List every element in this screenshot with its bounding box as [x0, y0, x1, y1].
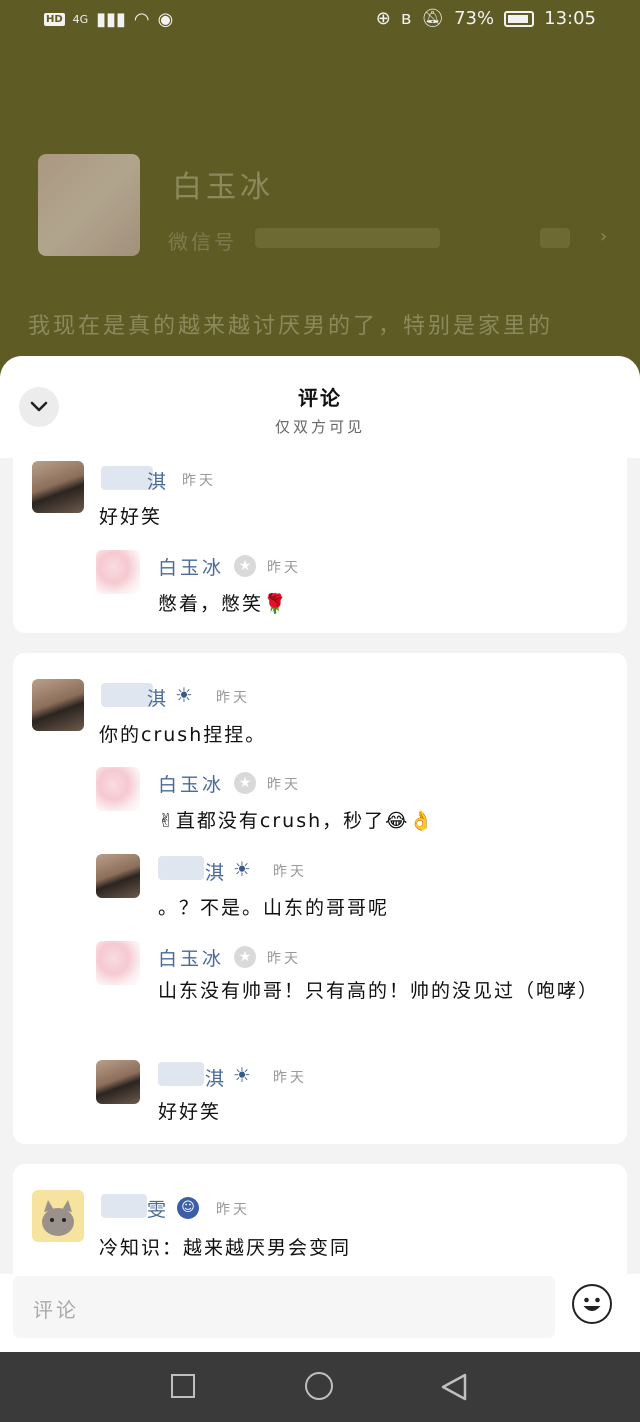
reply-time: 昨天 [267, 560, 301, 576]
avatar[interactable] [96, 941, 140, 985]
comment-card: 雯 ☺ 昨天 冷知识：越来越厌男会变同 [13, 1164, 627, 1274]
reply-username[interactable]: 白玉冰 [158, 770, 224, 797]
recents-button[interactable] [171, 1374, 195, 1398]
comment-input-bar: 评论 [0, 1274, 640, 1352]
reply-username[interactable]: 白玉冰 [158, 944, 224, 971]
sun-status-icon: ☀ [233, 1063, 251, 1087]
wechat-id-blurred [255, 228, 440, 248]
reply-username[interactable]: 淇 [205, 1064, 227, 1091]
avatar[interactable] [32, 679, 84, 731]
cat-avatar-icon [42, 1200, 74, 1236]
reply-time: 昨天 [267, 777, 301, 793]
avatar[interactable] [96, 550, 140, 594]
comment-username[interactable]: 雯 [147, 1195, 169, 1222]
comment-time: 昨天 [216, 1202, 250, 1218]
reply-text[interactable]: 好好笑 [158, 1097, 221, 1124]
badge-icon: ★ [234, 946, 256, 968]
reply-text[interactable]: 山东没有帅哥！只有高的！帅的没见过（咆哮） [158, 976, 608, 1006]
system-nav-bar [0, 1352, 640, 1422]
reply-time: 昨天 [267, 951, 301, 967]
wechat-id-label: 微信号 [168, 230, 237, 254]
reply-time: 昨天 [273, 864, 307, 880]
comment-text[interactable]: 你的crush捏捏。 [99, 720, 266, 747]
sun-status-icon: ☀ [233, 857, 251, 881]
avatar[interactable] [32, 1190, 84, 1242]
smiley-icon [583, 1297, 600, 1311]
comment-username[interactable]: 淇 [147, 684, 169, 711]
comment-username[interactable]: 淇 [147, 467, 169, 494]
smile-status-icon: ☺ [177, 1197, 199, 1219]
comments-sheet: 评论 仅双方可见 淇 昨天 好好笑 白玉冰 ★ 昨天 憋着，憋笑🌹 淇 ☀ 昨天… [0, 356, 640, 1352]
comment-text[interactable]: 冷知识：越来越厌男会变同 [99, 1233, 351, 1260]
avatar[interactable] [96, 767, 140, 811]
reply-username[interactable]: 白玉冰 [158, 553, 224, 580]
comment-card: 淇 ☀ 昨天 你的crush捏捏。 白玉冰 ★ 昨天 ✌直都没有crush，秒了… [13, 653, 627, 1144]
home-button[interactable] [305, 1372, 333, 1400]
avatar[interactable] [96, 854, 140, 898]
sun-status-icon: ☀ [175, 683, 193, 707]
contact-name: 白玉冰 [172, 170, 274, 205]
comment-time: 昨天 [216, 690, 250, 706]
blurred-badge [540, 228, 570, 248]
back-button[interactable] [440, 1372, 468, 1402]
comment-card: 淇 昨天 好好笑 白玉冰 ★ 昨天 憋着，憋笑🌹 [13, 458, 627, 633]
comment-input[interactable]: 评论 [13, 1276, 555, 1338]
comment-placeholder: 评论 [33, 1298, 79, 1322]
avatar[interactable] [32, 461, 84, 513]
sheet-header: 评论 仅双方可见 [0, 356, 640, 458]
name-blurred [101, 1194, 147, 1218]
background-chat: 白玉冰 微信号 › 我现在是真的越来越讨厌男的了，特别是家里的 [0, 0, 640, 339]
chevron-right-icon: › [600, 226, 608, 247]
reply-text[interactable]: ✌直都没有crush，秒了😂👌 [158, 806, 435, 833]
name-blurred [101, 466, 153, 490]
badge-icon: ★ [234, 555, 256, 577]
sheet-title: 评论 [298, 386, 342, 410]
emoji-button[interactable] [572, 1284, 612, 1324]
name-blurred [101, 683, 153, 707]
contact-avatar [38, 154, 140, 256]
reply-time: 昨天 [273, 1070, 307, 1086]
avatar[interactable] [96, 1060, 140, 1104]
comment-text[interactable]: 好好笑 [99, 502, 162, 529]
badge-icon: ★ [234, 772, 256, 794]
name-blurred [158, 1062, 204, 1086]
name-blurred [158, 856, 204, 880]
reply-username[interactable]: 淇 [205, 858, 227, 885]
sheet-subtitle: 仅双方可见 [274, 418, 365, 436]
reply-text[interactable]: 憋着，憋笑🌹 [158, 589, 289, 616]
background-message: 我现在是真的越来越讨厌男的了，特别是家里的 [28, 314, 554, 339]
comment-time: 昨天 [182, 473, 216, 489]
reply-text[interactable]: 。？不是。山东的哥哥呢 [158, 893, 389, 920]
